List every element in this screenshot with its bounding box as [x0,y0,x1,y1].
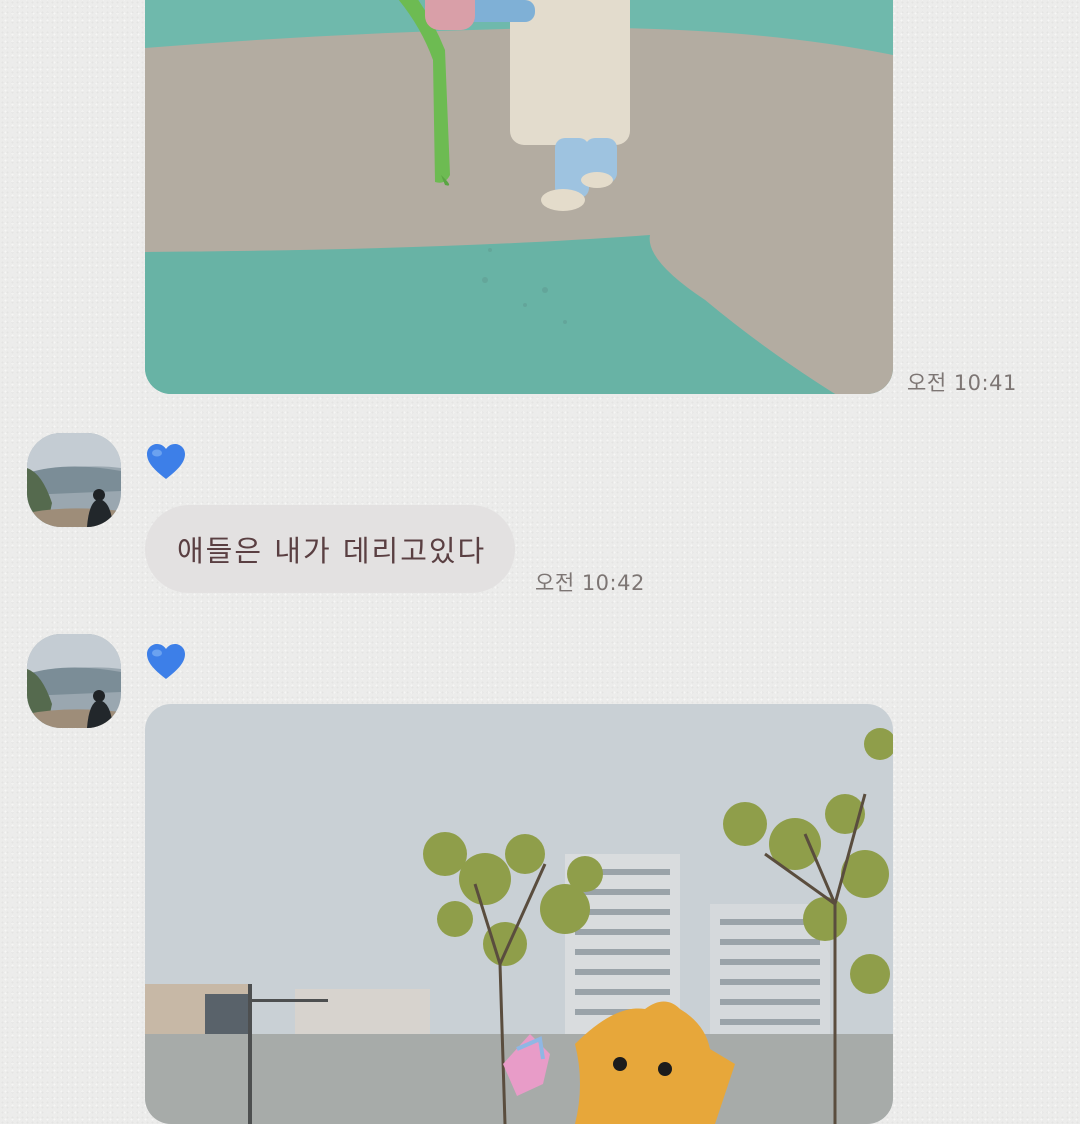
avatar[interactable] [27,634,121,728]
timestamp: 오전 10:41 [907,371,1017,395]
timestamp: 오전 10:42 [535,571,645,595]
blue-heart-icon [145,641,187,683]
avatar[interactable] [27,433,121,527]
blue-heart-icon [145,441,187,483]
message-text: 애들은 내가 데리고있다 [177,534,487,568]
chat-photo-playground[interactable] [145,0,893,394]
chat-photo-street[interactable] [145,704,893,1124]
message-bubble[interactable]: 애들은 내가 데리고있다 [145,505,515,593]
